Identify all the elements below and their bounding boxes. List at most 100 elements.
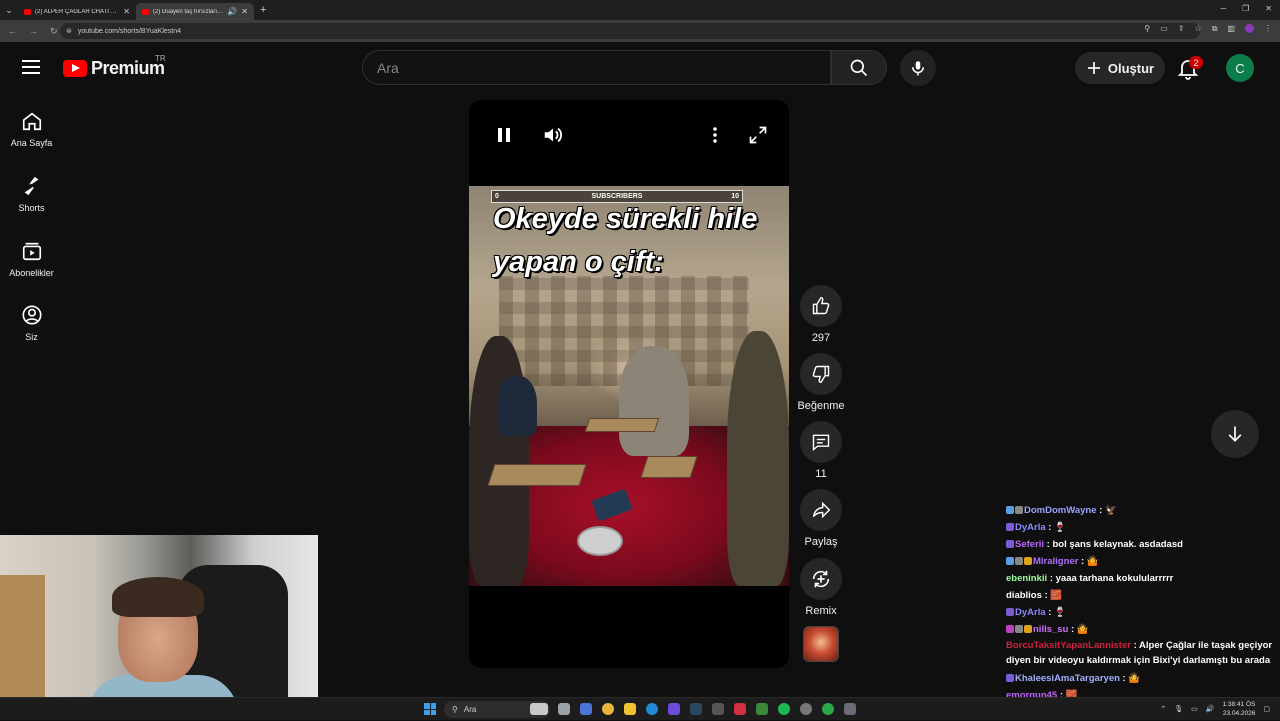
windows-start-icon[interactable] [424, 703, 436, 715]
sidebar-item-home[interactable]: Ana Sayfa [0, 110, 63, 148]
network-icon[interactable]: ▭ [1191, 705, 1198, 713]
shorts-player[interactable]: 0 SUBSCRIBERS 10 Okeyde sürekli hile yap… [469, 100, 789, 668]
url-field[interactable]: ⊜ youtube.com/shorts/BYuaKlestn4 [60, 23, 1200, 39]
spotify-icon[interactable] [778, 703, 790, 715]
chat-text: : 🦅 [1096, 505, 1117, 516]
close-tab-icon[interactable]: ✕ [241, 7, 248, 16]
microphone-tray-icon[interactable]: 🎙 [1174, 705, 1183, 713]
site-info-icon[interactable]: ⊜ [66, 27, 72, 35]
sidebar-item-subscriptions[interactable]: Abonelikler [0, 240, 63, 278]
sidebar-item-label: Siz [25, 332, 38, 342]
close-window-icon[interactable]: ✕ [1265, 4, 1272, 13]
bookmark-star-icon[interactable]: ☆ [1195, 24, 1202, 34]
menu-icon[interactable] [22, 60, 40, 74]
reload-icon[interactable]: ↻ [50, 26, 58, 37]
chat-username[interactable]: DyArla [1015, 522, 1046, 533]
share-arrow-icon [812, 501, 831, 519]
chat-username[interactable]: DyArla [1015, 607, 1046, 618]
maximize-icon[interactable]: ❐ [1242, 4, 1249, 13]
video-frame[interactable]: 0 SUBSCRIBERS 10 Okeyde sürekli hile yap… [469, 186, 789, 586]
search-button[interactable] [831, 50, 887, 85]
app-icon[interactable] [800, 703, 812, 715]
app-icon[interactable] [734, 703, 746, 715]
tab-search-icon[interactable]: ⌄ [0, 0, 18, 20]
tab-title: (2) Duayen taş hırsızları - Y [153, 8, 224, 15]
forward-icon[interactable]: → [29, 26, 38, 37]
voice-search-button[interactable] [900, 50, 936, 86]
dislike-label: Beğenme [797, 400, 845, 412]
chat-username[interactable]: ebeninkii [1006, 573, 1047, 584]
share-button[interactable] [800, 489, 842, 531]
pause-icon[interactable] [495, 126, 513, 149]
zoom-icon[interactable]: ⚲ [1144, 24, 1150, 34]
minimize-icon[interactable]: ─ [1220, 4, 1226, 13]
chat-badge-icon [1015, 557, 1023, 565]
browser-tab-2[interactable]: (2) Duayen taş hırsızları - Y 🔊 ✕ [136, 3, 254, 20]
chrome-icon[interactable] [602, 703, 614, 715]
task-view-icon[interactable] [558, 703, 570, 715]
app-icon[interactable] [712, 703, 724, 715]
region-code: TR [155, 54, 166, 63]
windows-taskbar: ⚲ Ara ⌃ 🎙 ▭ 🔊 1:38:41 ÖS 23.04.2026 ▢ [0, 697, 1280, 720]
app-icon[interactable] [580, 703, 592, 715]
steam-icon[interactable] [690, 703, 702, 715]
widgets-icon[interactable] [530, 703, 548, 715]
like-button[interactable] [800, 285, 842, 327]
chat-username[interactable]: BorcuTaksitYapanLannister [1006, 640, 1131, 651]
extensions-icon[interactable]: ⧉ [1212, 24, 1218, 34]
app-icon[interactable] [844, 703, 856, 715]
chat-text: : 🤷 [1119, 673, 1141, 684]
chat-username[interactable]: nills_su [1033, 624, 1068, 635]
account-avatar[interactable]: C [1226, 54, 1254, 82]
close-tab-icon[interactable]: ✕ [123, 7, 130, 16]
browser-tab-1[interactable]: (2) ALPER ÇAĞLAR CHATİ ZORB ✕ [18, 3, 136, 20]
thumbs-up-icon [812, 296, 830, 315]
sidepanel-icon[interactable]: ▥ [1227, 24, 1235, 34]
edge-icon[interactable] [646, 703, 658, 715]
chat-badge-icon [1006, 608, 1014, 616]
app-icon[interactable] [756, 703, 768, 715]
chat-badge-icon [1006, 557, 1014, 565]
comments-button[interactable] [800, 421, 842, 463]
channel-thumbnail[interactable] [803, 626, 839, 662]
profile-icon[interactable] [1245, 24, 1254, 33]
volume-icon[interactable] [542, 124, 564, 151]
system-clock[interactable]: 1:38:41 ÖS 23.04.2026 [1222, 700, 1255, 718]
discord-icon[interactable] [668, 703, 680, 715]
speaker-tray-icon[interactable]: 🔊 [1206, 705, 1215, 713]
sidebar-item-shorts[interactable]: Shorts [0, 175, 63, 213]
chat-username[interactable]: DomDomWayne [1024, 505, 1097, 516]
more-options-icon[interactable] [709, 125, 721, 150]
app-icon[interactable] [822, 703, 834, 715]
new-tab-button[interactable]: + [260, 4, 266, 16]
tray-chevron-icon[interactable]: ⌃ [1160, 705, 1166, 713]
chat-username[interactable]: Miraligner [1033, 556, 1078, 567]
youtube-play-icon [63, 60, 87, 77]
create-button[interactable]: Oluştur [1075, 52, 1165, 84]
sidebar-item-label: Shorts [18, 203, 45, 213]
menu-dots-icon[interactable]: ⋮ [1264, 24, 1272, 34]
back-icon[interactable]: ← [8, 26, 17, 37]
sidebar-item-label: Ana Sayfa [10, 138, 53, 148]
file-explorer-icon[interactable] [624, 703, 636, 715]
dislike-button[interactable] [800, 353, 842, 395]
cast-icon[interactable]: ▭ [1160, 24, 1168, 34]
share-page-icon[interactable]: ⇪ [1178, 24, 1185, 34]
next-video-button[interactable] [1211, 410, 1259, 458]
chat-username[interactable]: diablios [1006, 590, 1042, 601]
chat-badge-icon [1006, 625, 1014, 633]
youtube-favicon-icon [142, 8, 149, 15]
home-icon [22, 112, 41, 131]
chat-username[interactable]: KhaleesiAmaTargaryen [1015, 673, 1120, 684]
notification-center-icon[interactable]: ▢ [1263, 705, 1270, 713]
chat-username[interactable]: Seferii [1015, 539, 1044, 550]
fullscreen-icon[interactable] [748, 125, 768, 150]
search-input[interactable] [377, 59, 830, 76]
youtube-premium-logo[interactable]: Premium [63, 58, 165, 79]
remix-button[interactable] [800, 558, 842, 600]
chat-text: : bol şans kelaynak. asdadasd [1044, 539, 1183, 550]
comment-icon [812, 434, 830, 451]
speaker-icon[interactable]: 🔊 [227, 7, 237, 16]
person-left [469, 336, 529, 586]
sidebar-item-you[interactable]: Siz [0, 304, 63, 342]
